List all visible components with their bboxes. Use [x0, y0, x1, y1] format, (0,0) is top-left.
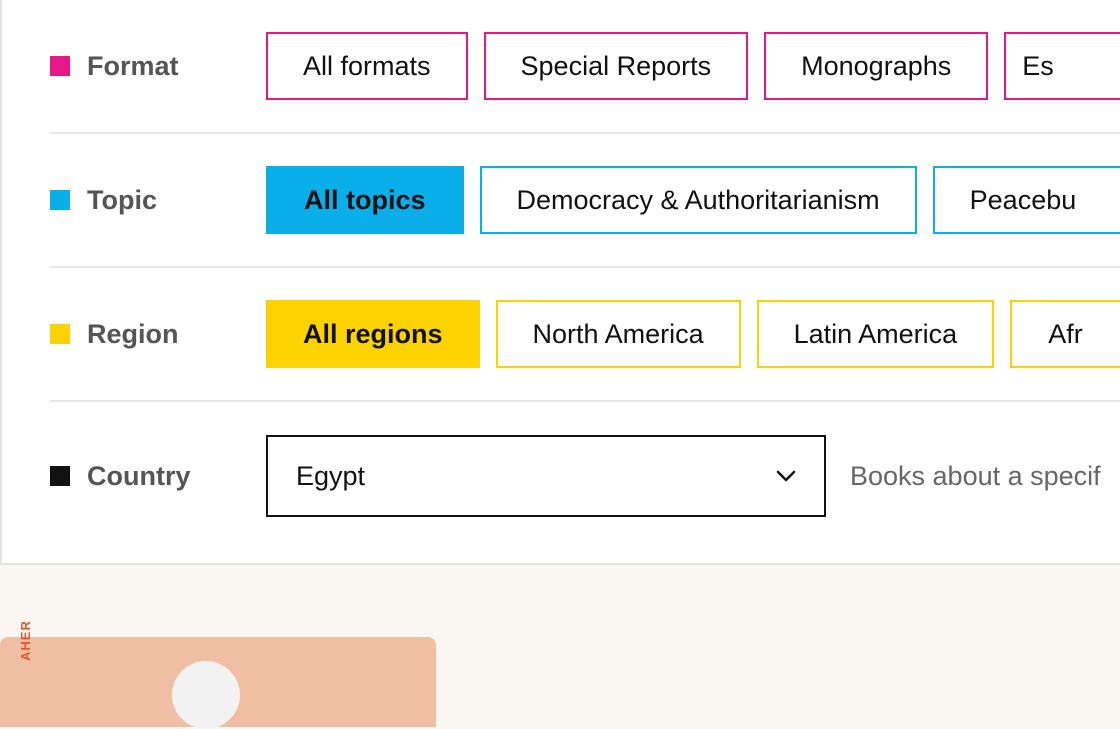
topic-chip-democracy[interactable]: Democracy & Authoritarianism — [479, 166, 917, 234]
country-selected-value: Egypt — [296, 460, 366, 491]
region-chips: All regions North America Latin America … — [266, 300, 1120, 368]
book-card-circle — [172, 661, 240, 729]
region-chip-all[interactable]: All regions — [266, 300, 480, 368]
country-label: Country — [50, 461, 266, 492]
country-filter-row: Country Egypt Books about a specif — [50, 402, 1120, 550]
chevron-down-icon — [776, 470, 796, 482]
region-chip-north-america[interactable]: North America — [495, 300, 741, 368]
country-select[interactable]: Egypt — [266, 435, 826, 517]
format-label: Format — [50, 51, 266, 82]
topic-chips: All topics Democracy & Authoritarianism … — [266, 166, 1120, 234]
filter-panel: Format All formats Special Reports Monog… — [0, 0, 1120, 565]
topic-swatch — [50, 190, 70, 210]
format-label-text: Format — [87, 50, 179, 81]
format-swatch — [50, 56, 70, 76]
region-chip-latin-america[interactable]: Latin America — [756, 300, 995, 368]
format-chip-all[interactable]: All formats — [266, 32, 468, 100]
book-card-vertical-text: AHER — [18, 620, 33, 661]
region-label: Region — [50, 319, 266, 350]
topic-label: Topic — [50, 185, 266, 216]
format-chips: All formats Special Reports Monographs E… — [266, 32, 1120, 100]
country-swatch — [50, 466, 70, 486]
book-card[interactable]: AHER — [0, 620, 436, 729]
topic-chip-peacebuilding[interactable]: Peacebu — [932, 166, 1120, 234]
region-filter-row: Region All regions North America Latin A… — [50, 268, 1120, 402]
format-filter-row: Format All formats Special Reports Monog… — [50, 0, 1120, 134]
format-chip-monographs[interactable]: Monographs — [764, 32, 989, 100]
region-swatch — [50, 324, 70, 344]
format-chip-special-reports[interactable]: Special Reports — [483, 32, 749, 100]
country-label-text: Country — [87, 460, 191, 491]
country-hint: Books about a specif — [850, 460, 1101, 491]
topic-label-text: Topic — [87, 184, 157, 215]
topic-filter-row: Topic All topics Democracy & Authoritari… — [50, 134, 1120, 268]
format-chip-essays[interactable]: Es — [1004, 32, 1120, 100]
region-label-text: Region — [87, 318, 179, 349]
region-chip-africa[interactable]: Afr — [1010, 300, 1120, 368]
topic-chip-all[interactable]: All topics — [266, 166, 464, 234]
